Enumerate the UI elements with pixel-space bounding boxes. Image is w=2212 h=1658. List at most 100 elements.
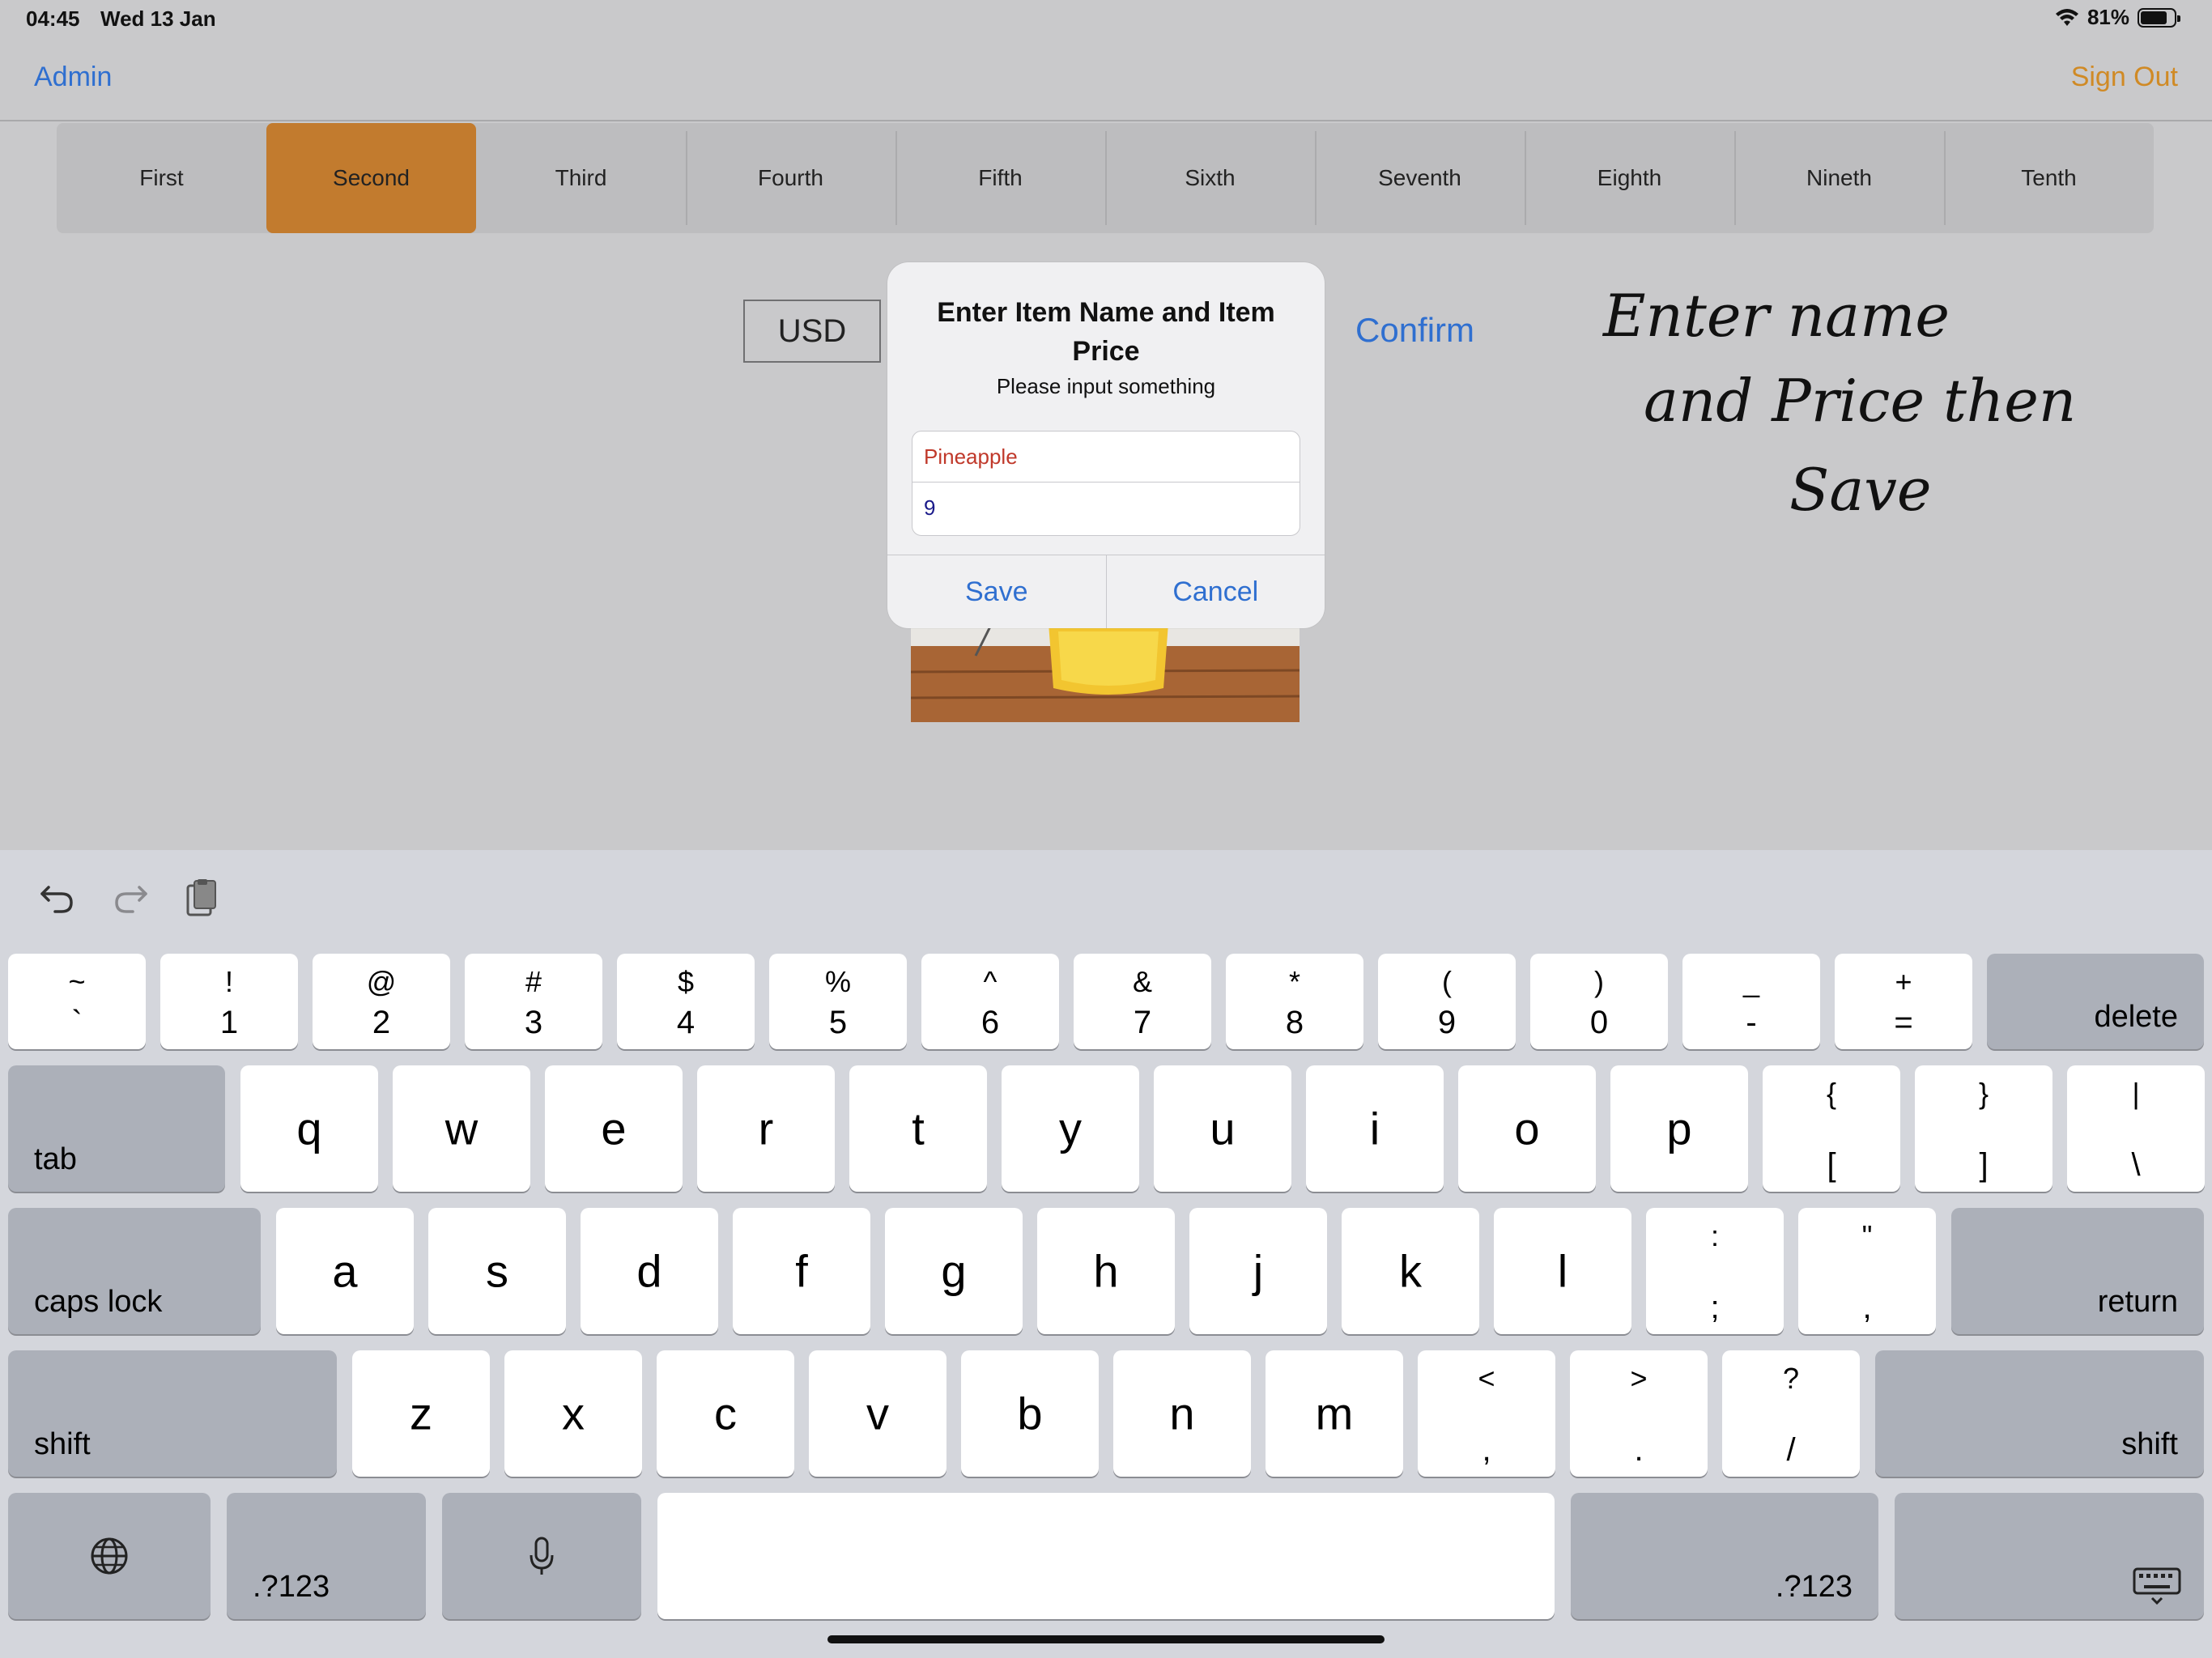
return-key[interactable]: return bbox=[1951, 1208, 2204, 1334]
key--[interactable]: _ - bbox=[1682, 954, 1820, 1049]
numbers-key-left[interactable]: .?123 bbox=[227, 1493, 426, 1619]
key-v[interactable]: v bbox=[809, 1350, 946, 1477]
shift-left-key[interactable]: shift bbox=[8, 1350, 337, 1477]
item-name-input[interactable] bbox=[912, 432, 1300, 483]
dictation-key[interactable] bbox=[442, 1493, 641, 1619]
key-semicolon[interactable]: :; bbox=[1646, 1208, 1784, 1334]
key-b[interactable]: b bbox=[961, 1350, 1099, 1477]
key-`[interactable]: ~ ` bbox=[8, 954, 146, 1049]
key-q[interactable]: q bbox=[240, 1065, 378, 1192]
key-y[interactable]: y bbox=[1002, 1065, 1139, 1192]
key-d[interactable]: d bbox=[581, 1208, 718, 1334]
key-=[interactable]: + = bbox=[1835, 954, 1972, 1049]
key-o[interactable]: o bbox=[1458, 1065, 1596, 1192]
key-char: i bbox=[1369, 1103, 1380, 1154]
redo-icon[interactable] bbox=[110, 878, 151, 918]
key-r[interactable]: r bbox=[697, 1065, 835, 1192]
space-key[interactable] bbox=[657, 1493, 1555, 1619]
segment-second[interactable]: Second bbox=[266, 123, 476, 233]
key-char: 5 bbox=[828, 1005, 848, 1040]
key-s[interactable]: s bbox=[428, 1208, 566, 1334]
currency-field[interactable]: USD bbox=[743, 300, 881, 363]
key-z[interactable]: z bbox=[352, 1350, 490, 1477]
globe-key[interactable] bbox=[8, 1493, 211, 1619]
home-indicator bbox=[827, 1635, 1385, 1643]
key-char: n bbox=[1169, 1388, 1195, 1439]
admin-button[interactable]: Admin bbox=[34, 62, 112, 93]
segment-seventh[interactable]: Seventh bbox=[1315, 123, 1525, 233]
key-m[interactable]: m bbox=[1266, 1350, 1403, 1477]
key-comma[interactable]: <, bbox=[1418, 1350, 1555, 1477]
key-1[interactable]: ! 1 bbox=[160, 954, 298, 1049]
key-shift-char: ~ bbox=[68, 965, 86, 998]
key-l[interactable]: l bbox=[1494, 1208, 1631, 1334]
key-quote[interactable]: ", bbox=[1798, 1208, 1936, 1334]
key-e[interactable]: e bbox=[545, 1065, 683, 1192]
key-n[interactable]: n bbox=[1113, 1350, 1251, 1477]
save-button[interactable]: Save bbox=[887, 555, 1106, 628]
paste-icon[interactable] bbox=[181, 878, 222, 918]
segment-fifth[interactable]: Fifth bbox=[895, 123, 1105, 233]
confirm-button[interactable]: Confirm bbox=[1355, 311, 1474, 350]
segment-eighth[interactable]: Eighth bbox=[1525, 123, 1734, 233]
key-w[interactable]: w bbox=[393, 1065, 530, 1192]
key-p[interactable]: p bbox=[1610, 1065, 1748, 1192]
key-a[interactable]: a bbox=[276, 1208, 414, 1334]
key-backslash[interactable]: | \ bbox=[2067, 1065, 2205, 1192]
key-h[interactable]: h bbox=[1037, 1208, 1175, 1334]
segment-fourth[interactable]: Fourth bbox=[686, 123, 895, 233]
dismiss-keyboard-key[interactable] bbox=[1895, 1493, 2204, 1619]
key-g[interactable]: g bbox=[885, 1208, 1023, 1334]
delete-key[interactable]: delete bbox=[1987, 954, 2204, 1049]
shift-right-key[interactable]: shift bbox=[1875, 1350, 2204, 1477]
key-u[interactable]: u bbox=[1154, 1065, 1291, 1192]
caps-lock-key[interactable]: caps lock bbox=[8, 1208, 261, 1334]
key-char: ] bbox=[1979, 1147, 1989, 1183]
key-5[interactable]: % 5 bbox=[769, 954, 907, 1049]
key-4[interactable]: $4 bbox=[617, 954, 755, 1049]
key-t[interactable]: t bbox=[849, 1065, 987, 1192]
segment-sixth[interactable]: Sixth bbox=[1105, 123, 1315, 233]
key-char: y bbox=[1059, 1103, 1082, 1154]
caps-lock-label: caps lock bbox=[34, 1285, 163, 1319]
key-char: 6 bbox=[981, 1005, 1000, 1040]
key-8[interactable]: * 8 bbox=[1226, 954, 1363, 1049]
key-char: ; bbox=[1710, 1290, 1720, 1325]
status-date: Wed 13 Jan bbox=[100, 6, 216, 31]
key-][interactable]: }] bbox=[1915, 1065, 2052, 1192]
segment-first[interactable]: First bbox=[57, 123, 266, 233]
alert-fields bbox=[912, 431, 1300, 536]
key-k[interactable]: k bbox=[1342, 1208, 1479, 1334]
key-7[interactable]: & 7 bbox=[1074, 954, 1211, 1049]
key-char: , bbox=[1862, 1290, 1872, 1325]
navigation-bar: Admin Sign Out bbox=[0, 40, 2212, 121]
item-price-input[interactable] bbox=[912, 483, 1300, 534]
segment-third[interactable]: Third bbox=[476, 123, 686, 233]
key-6[interactable]: ^ 6 bbox=[921, 954, 1059, 1049]
numbers-key-right[interactable]: .?123 bbox=[1571, 1493, 1878, 1619]
key-9[interactable]: (9 bbox=[1378, 954, 1516, 1049]
key-c[interactable]: c bbox=[657, 1350, 794, 1477]
undo-icon[interactable] bbox=[37, 878, 78, 918]
key-3[interactable]: #3 bbox=[465, 954, 602, 1049]
key-slash[interactable]: ? / bbox=[1722, 1350, 1860, 1477]
key-2[interactable]: @2 bbox=[313, 954, 450, 1049]
key-j[interactable]: j bbox=[1189, 1208, 1327, 1334]
key-shift-char: & bbox=[1132, 965, 1152, 998]
key-i[interactable]: i bbox=[1306, 1065, 1444, 1192]
key-[[interactable]: {[ bbox=[1763, 1065, 1900, 1192]
tab-key[interactable]: tab bbox=[8, 1065, 225, 1192]
key-char: b bbox=[1017, 1388, 1043, 1439]
key-char: 0 bbox=[1589, 1005, 1609, 1040]
key-x[interactable]: x bbox=[504, 1350, 642, 1477]
key-period[interactable]: >. bbox=[1570, 1350, 1708, 1477]
cancel-button[interactable]: Cancel bbox=[1105, 555, 1325, 628]
key-0[interactable]: ) 0 bbox=[1530, 954, 1668, 1049]
segment-nineth[interactable]: Nineth bbox=[1734, 123, 1944, 233]
key-f[interactable]: f bbox=[733, 1208, 870, 1334]
sign-out-button[interactable]: Sign Out bbox=[2071, 62, 2178, 93]
item-entry-alert: Enter Item Name and Item Price Please in… bbox=[887, 262, 1325, 628]
key-shift-char: | bbox=[2132, 1077, 2140, 1110]
key-char: . bbox=[1634, 1432, 1644, 1468]
segment-tenth[interactable]: Tenth bbox=[1944, 123, 2154, 233]
